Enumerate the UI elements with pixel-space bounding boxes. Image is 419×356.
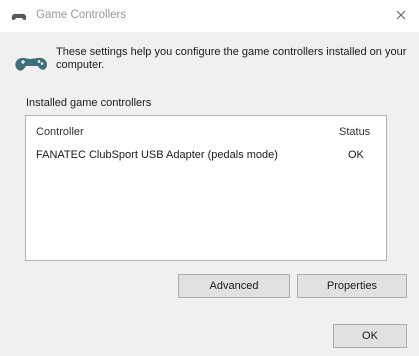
controller-status: OK — [348, 149, 364, 161]
description-text: These settings help you configure the ga… — [56, 46, 407, 71]
list-item[interactable]: FANATEC ClubSport USB Adapter (pedals mo… — [27, 146, 385, 164]
controller-list[interactable]: Controller Status FANATEC ClubSport USB … — [25, 115, 387, 261]
game-controller-icon — [11, 13, 27, 21]
column-header-controller[interactable]: Controller — [36, 126, 84, 138]
properties-button[interactable]: Properties — [297, 274, 407, 298]
controller-name: FANATEC ClubSport USB Adapter (pedals mo… — [36, 149, 278, 161]
close-icon[interactable] — [393, 7, 409, 23]
window-title: Game Controllers — [36, 9, 127, 21]
column-header-status[interactable]: Status — [339, 126, 370, 138]
ok-button[interactable]: OK — [333, 324, 407, 348]
game-controller-icon — [15, 57, 48, 71]
installed-controllers-label: Installed game controllers — [26, 97, 152, 109]
title-bar: Game Controllers — [0, 0, 419, 32]
advanced-button[interactable]: Advanced — [178, 274, 290, 298]
